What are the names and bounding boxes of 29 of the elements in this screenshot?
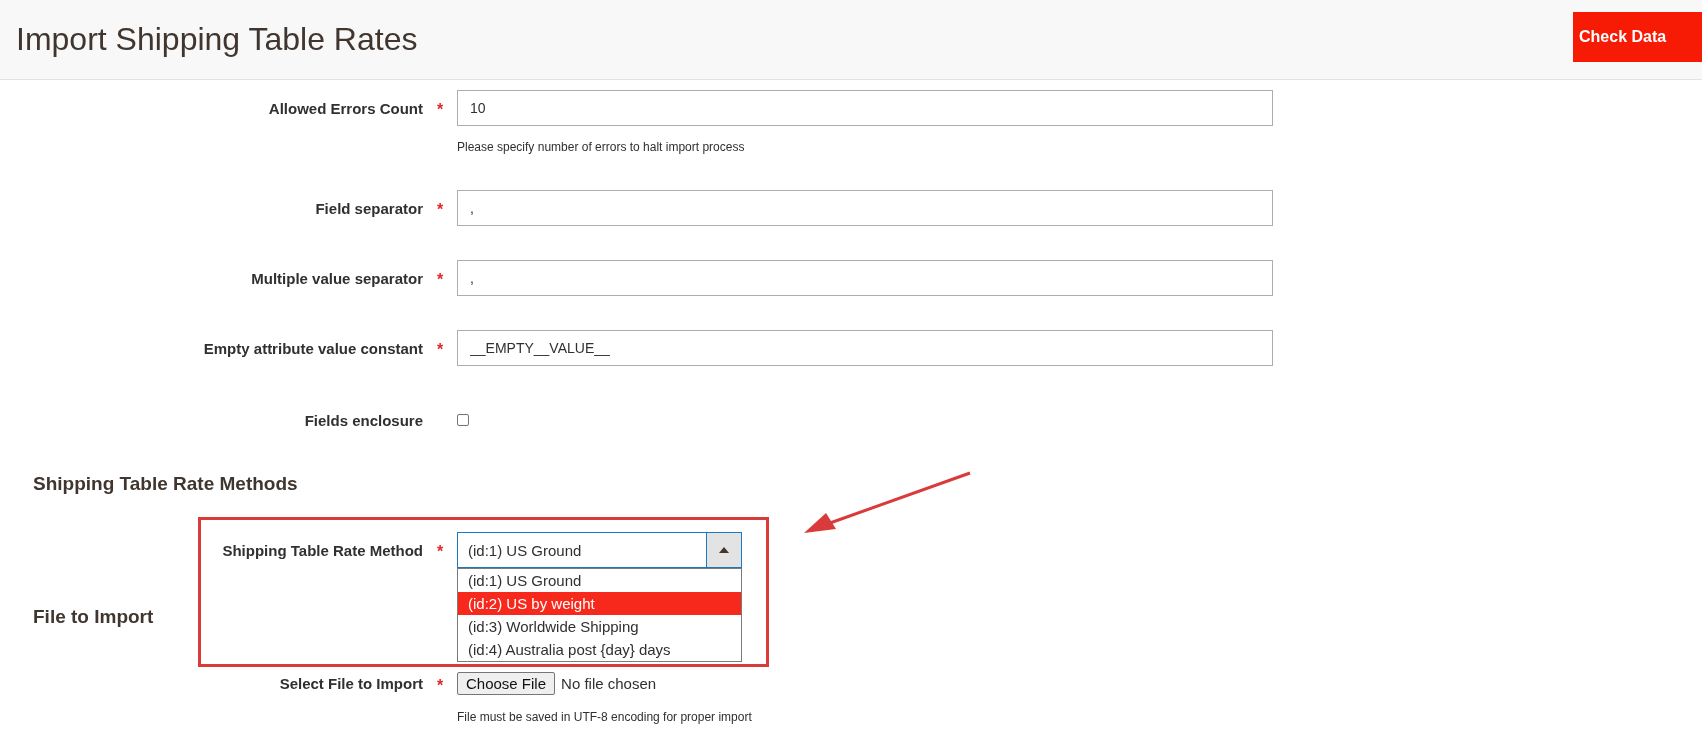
field-label: Allowed Errors Count — [267, 99, 423, 117]
page-title: Import Shipping Table Rates — [16, 21, 418, 58]
required-asterisk: * — [435, 340, 445, 359]
required-asterisk: * — [435, 200, 445, 219]
field-label: Fields enclosure — [303, 411, 423, 429]
file-status: No file chosen — [561, 675, 657, 692]
text-field[interactable]: 10 — [457, 90, 1273, 126]
required-asterisk: * — [435, 100, 445, 119]
field-label: Multiple value separator — [250, 269, 423, 287]
checkbox[interactable] — [457, 414, 469, 426]
field-label: Select File to Import — [278, 675, 423, 692]
field-label: Empty attribute value constant — [202, 339, 423, 357]
field-label: Field separator — [314, 199, 423, 217]
field-hint: File must be saved in UTF-8 encoding for proper import — [457, 710, 753, 725]
caret-up-icon — [719, 547, 729, 553]
section-title: File to Import — [33, 606, 154, 628]
method-select[interactable]: (id:1) US Ground — [457, 532, 742, 568]
dropdown-option[interactable]: (id:2) US by weight — [458, 592, 741, 615]
choose-file-button[interactable]: Choose File — [457, 672, 556, 695]
required-asterisk: * — [435, 542, 445, 561]
text-field[interactable]: , — [457, 190, 1273, 226]
required-asterisk: * — [435, 270, 445, 289]
required-asterisk: * — [435, 675, 445, 695]
field-hint: Please specify number of errors to halt import process — [457, 140, 746, 155]
field-label: Shipping Table Rate Method — [221, 541, 423, 559]
text-field[interactable]: , — [457, 260, 1273, 296]
check-data-button[interactable]: Check Data — [1573, 11, 1702, 62]
section-title: Shipping Table Rate Methods — [33, 473, 298, 495]
text-field[interactable]: __EMPTY__VALUE__ — [457, 330, 1273, 366]
